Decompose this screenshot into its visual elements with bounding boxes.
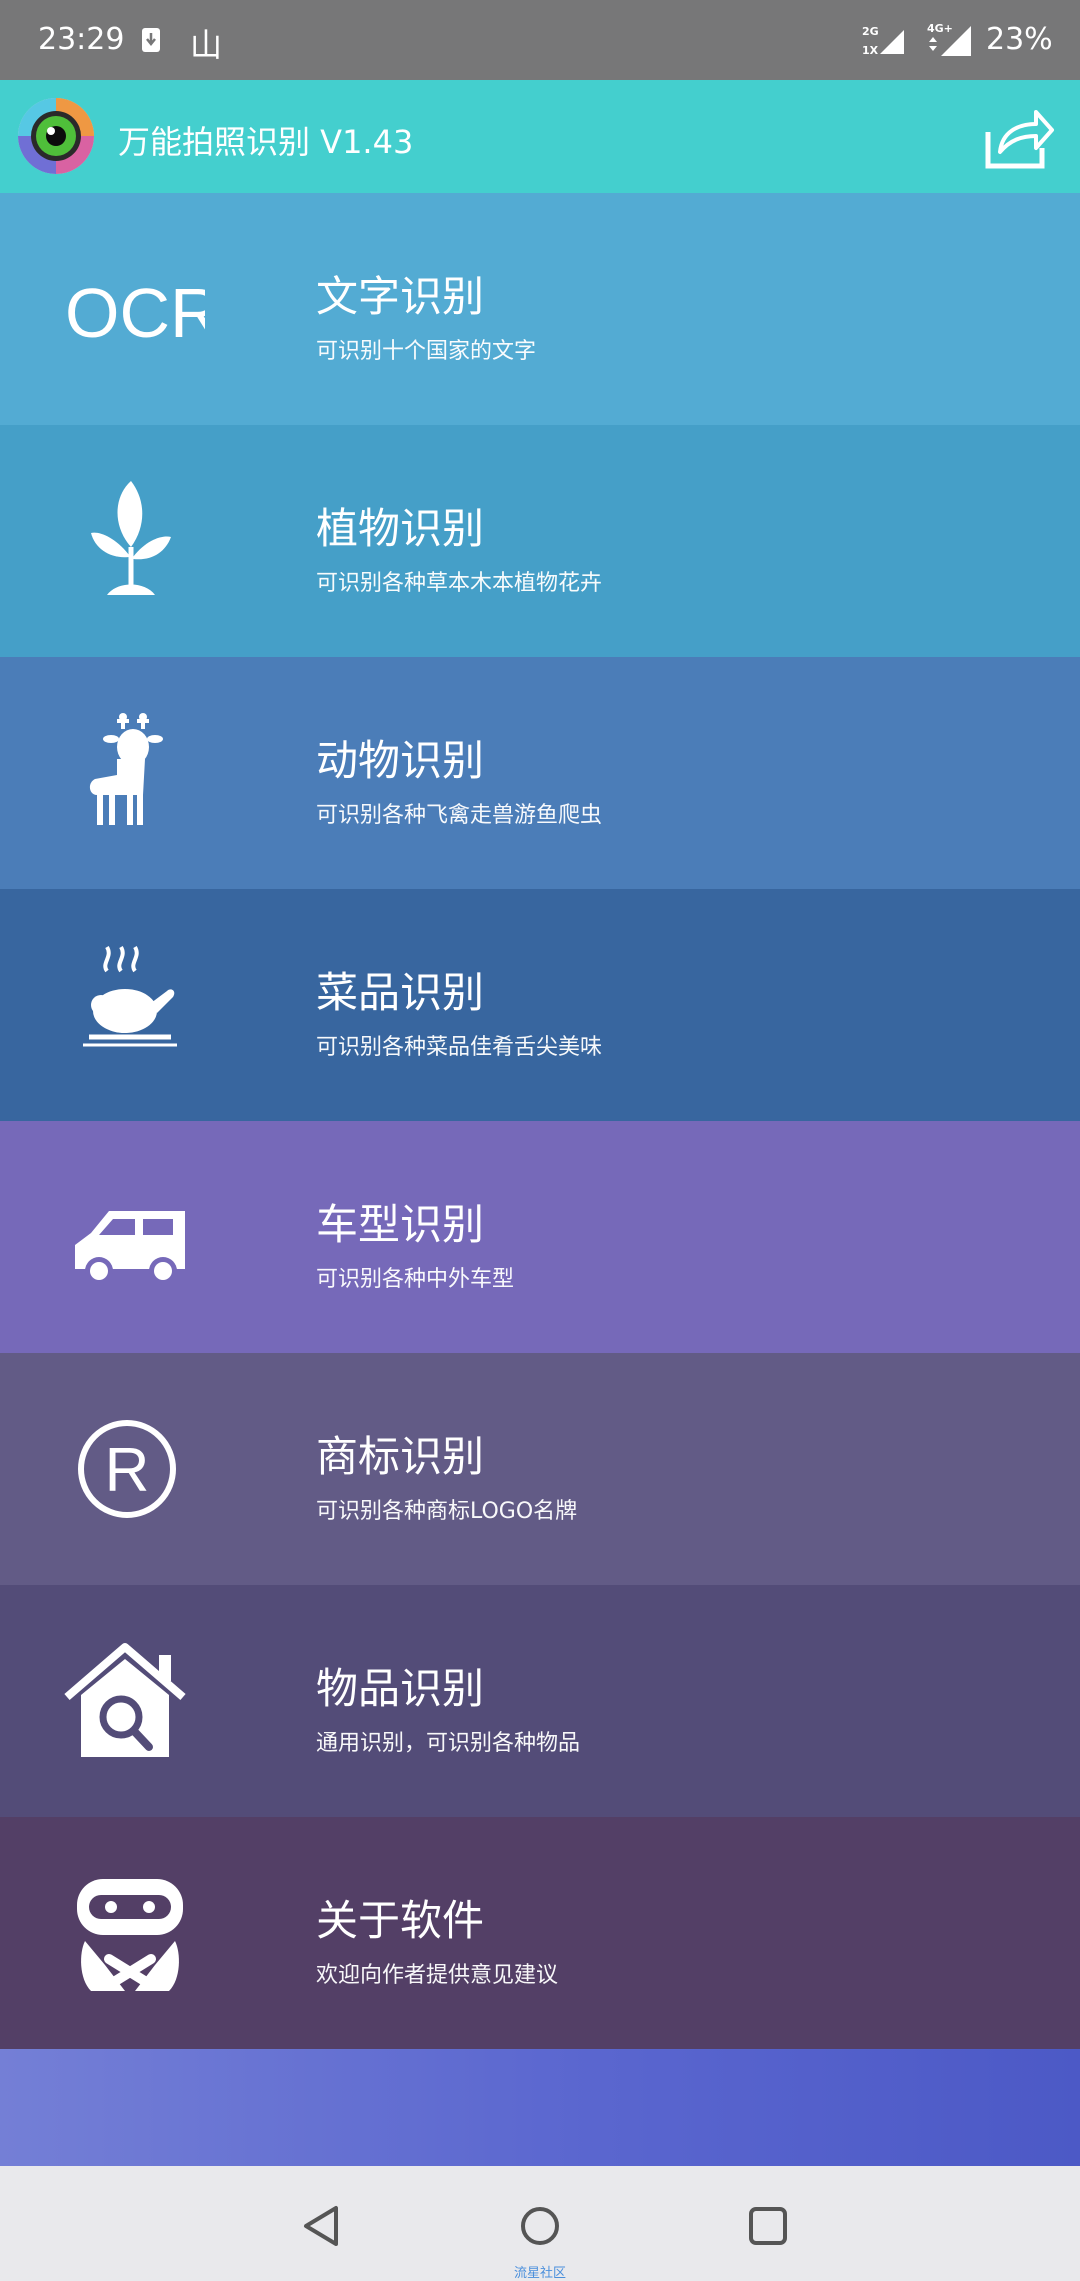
menu-item-desc: 可识别各种草本木本植物花卉 xyxy=(316,571,603,596)
menu-item-desc: 可识别十个国家的文字 xyxy=(316,339,537,364)
house-search-icon xyxy=(64,1643,186,1757)
menu-item-dish-recognition[interactable]: 菜品识别 可识别各种菜品佳肴舌尖美味 xyxy=(0,889,1080,1121)
menu-item-object-recognition[interactable]: 物品识别 通用识别，可识别各种物品 xyxy=(0,1585,1080,1817)
menu-item-title: 植物识别 xyxy=(316,504,485,553)
menu-item-desc: 可识别各种中外车型 xyxy=(316,1267,515,1292)
signal-2g-icon: 2G 1X xyxy=(862,25,904,57)
signal-4g-icon: 4G+ xyxy=(927,22,971,56)
dish-icon xyxy=(83,945,177,1047)
deer-icon xyxy=(89,713,163,825)
menu-item-title: 文字识别 xyxy=(316,272,485,321)
menu-item-desc: 欢迎向作者提供意见建议 xyxy=(316,1963,559,1988)
registered-icon-label: R xyxy=(105,1436,150,1505)
net-4g-label: 4G+ xyxy=(927,22,953,35)
net-top-label: 2G xyxy=(862,25,879,38)
ocr-icon: OCR xyxy=(65,274,221,352)
bottom-gradient-banner xyxy=(0,2049,1080,2166)
menu-item-about[interactable]: 关于软件 欢迎向作者提供意见建议 xyxy=(0,1817,1080,2049)
menu-item-title: 动物识别 xyxy=(316,736,485,785)
menu-item-desc: 可识别各种商标LOGO名牌 xyxy=(316,1499,578,1524)
car-icon xyxy=(75,1211,185,1285)
menu-item-desc: 可识别各种飞禽走兽游鱼爬虫 xyxy=(316,803,603,828)
menu-item-desc: 可识别各种菜品佳肴舌尖美味 xyxy=(316,1035,603,1060)
status-time: 23:29 xyxy=(38,22,125,57)
robot-icon xyxy=(77,1879,183,1991)
home-icon[interactable] xyxy=(510,2196,570,2256)
download-notification-icon xyxy=(142,28,160,52)
eye-logo-icon xyxy=(18,98,94,174)
menu-item-car-recognition[interactable]: 车型识别 可识别各种中外车型 xyxy=(0,1121,1080,1353)
recognition-menu: OCR 文字识别 可识别十个国家的文字 植物识别 可识别各种草本木本植物花卉 动… xyxy=(0,193,1080,2049)
plant-icon xyxy=(91,481,171,595)
system-nav-bar: 流星社区 xyxy=(0,2166,1080,2281)
battery-level: 23% xyxy=(986,22,1053,57)
status-bar: 23:29 山 2G 1X 4G+ 23% xyxy=(0,0,1080,80)
menu-item-desc: 通用识别，可识别各种物品 xyxy=(316,1731,581,1756)
recents-icon[interactable] xyxy=(738,2196,798,2256)
ocr-icon-label: OCR xyxy=(65,274,205,352)
menu-item-title: 菜品识别 xyxy=(316,968,485,1017)
app-header: 万能拍照识别 V1.43 xyxy=(0,80,1080,193)
share-icon[interactable] xyxy=(980,102,1056,172)
menu-item-title: 关于软件 xyxy=(316,1896,485,1945)
app-title: 万能拍照识别 V1.43 xyxy=(118,123,414,161)
menu-item-title: 物品识别 xyxy=(316,1664,485,1713)
registered-icon: R xyxy=(78,1420,176,1518)
menu-item-title: 商标识别 xyxy=(316,1432,485,1481)
menu-item-title: 车型识别 xyxy=(316,1200,485,1249)
carrier-notification-icon: 山 xyxy=(190,26,223,64)
menu-item-text-recognition[interactable]: OCR 文字识别 可识别十个国家的文字 xyxy=(0,193,1080,425)
net-bottom-label: 1X xyxy=(862,44,879,57)
back-icon[interactable] xyxy=(292,2196,352,2256)
menu-item-animal-recognition[interactable]: 动物识别 可识别各种飞禽走兽游鱼爬虫 xyxy=(0,657,1080,889)
watermark: 流星社区 xyxy=(513,2266,566,2281)
menu-item-plant-recognition[interactable]: 植物识别 可识别各种草本木本植物花卉 xyxy=(0,425,1080,657)
menu-item-logo-recognition[interactable]: R 商标识别 可识别各种商标LOGO名牌 xyxy=(0,1353,1080,1585)
